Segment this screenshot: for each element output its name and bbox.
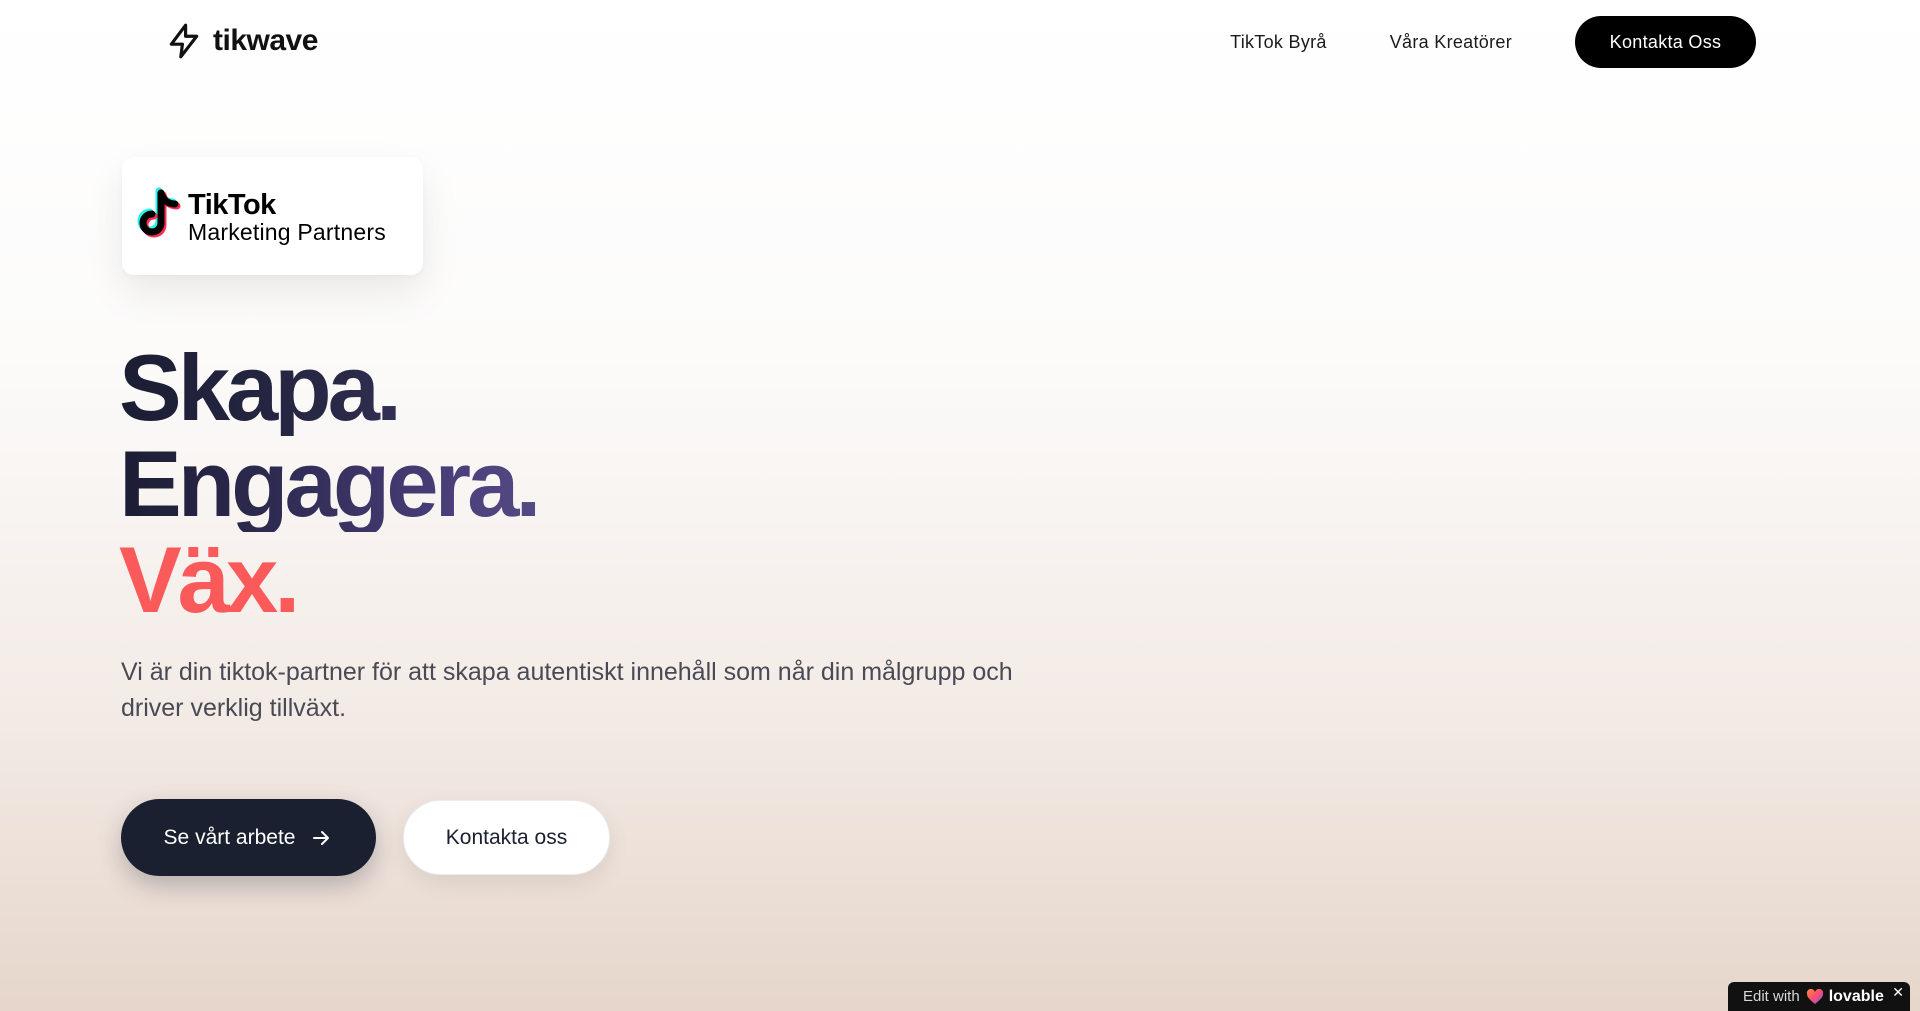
logo[interactable]: tikwave [165, 22, 318, 60]
lightning-bolt-icon [169, 23, 199, 59]
hero-line-vax: Väx. [119, 527, 300, 632]
logo-text: tikwave [213, 24, 318, 57]
hero-line-engagera: Engagera. [119, 431, 541, 536]
edit-with-lovable-badge[interactable]: Edit with lovable ✕ [1728, 982, 1910, 1011]
heart-icon [1806, 988, 1823, 1004]
hero-title: Skapa. Engagera. Väx. [119, 340, 541, 632]
close-icon[interactable]: ✕ [1892, 984, 1904, 1001]
badge-brand: TikTok [188, 189, 276, 221]
see-our-work-label: Se vårt arbete [163, 825, 296, 849]
tiktok-note-icon [137, 187, 181, 238]
contact-button[interactable]: Kontakta Oss [1575, 16, 1756, 68]
tiktok-partner-badge: TikTok Marketing Partners [122, 157, 423, 275]
main-nav: TikTok Byrå Våra Kreatörer Kontakta Oss [1230, 16, 1756, 68]
hero-line-skapa: Skapa. [119, 340, 538, 436]
hero-description: Vi är din tiktok-partner för att skapa a… [121, 658, 1013, 722]
nav-link-tiktok-byra[interactable]: TikTok Byrå [1230, 32, 1327, 53]
lovable-prefix: Edit with [1743, 988, 1800, 1005]
badge-subtitle: Marketing Partners [188, 219, 386, 245]
see-our-work-button[interactable]: Se vårt arbete [121, 799, 376, 876]
arrow-right-icon [313, 830, 330, 845]
contact-us-button[interactable]: Kontakta oss [403, 800, 610, 875]
lovable-brand: lovable [1828, 987, 1884, 1005]
nav-link-vara-kreatorer[interactable]: Våra Kreatörer [1390, 32, 1512, 53]
